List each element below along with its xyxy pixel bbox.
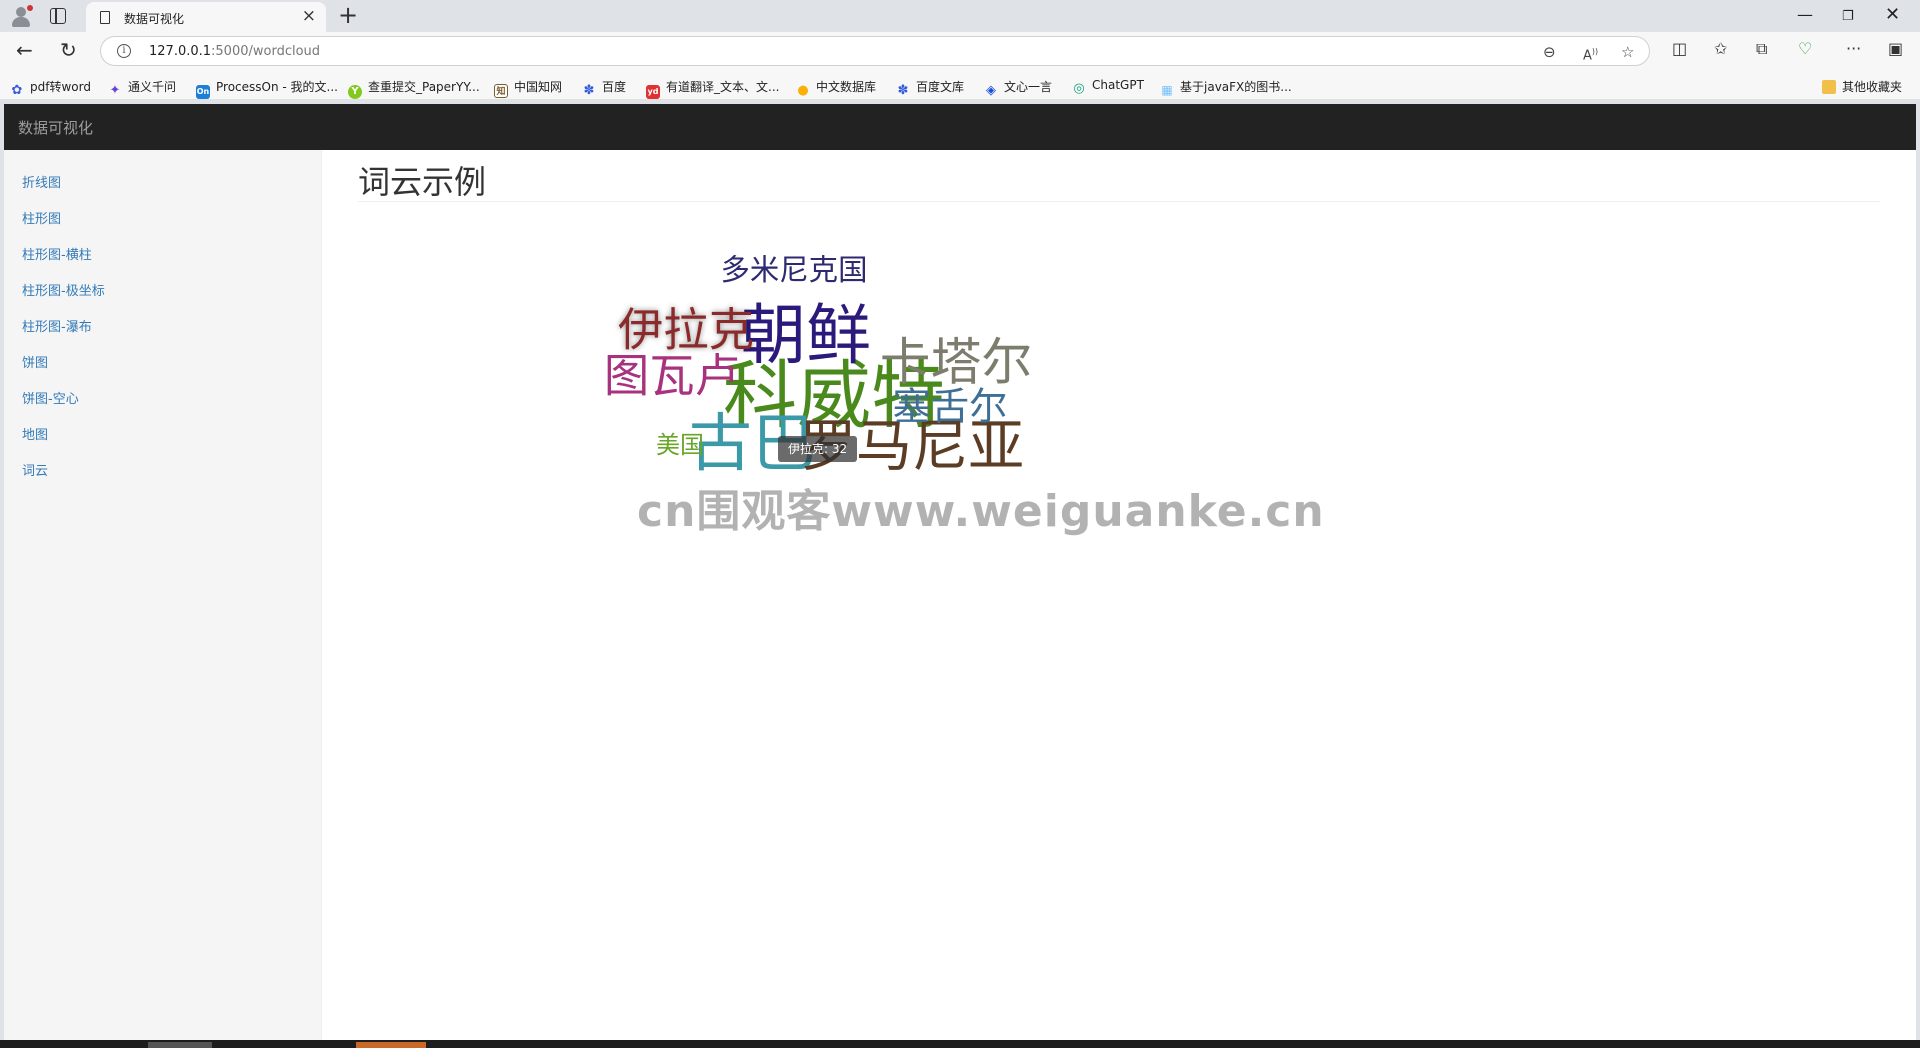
page-icon [100,11,110,24]
bookmark-label: 百度 [602,80,627,94]
bookmark-item[interactable]: ◈ 文心一言 [984,78,1052,98]
collections-icon[interactable]: ⧉ [1756,40,1767,58]
folder-icon [1822,80,1836,94]
bookmark-item[interactable]: ▦ 基于javaFX的图书... [1160,78,1292,97]
new-tab-icon[interactable]: + [338,2,358,28]
window-close-icon[interactable]: ✕ [1885,4,1900,26]
favorites-icon[interactable]: ✩ [1714,40,1727,58]
bookmark-label: pdf转word [30,80,91,94]
bookmarks-bar: ✿ pdf转word ✦ 通义千问 On ProcessOn - 我的文... Y 查重… [0,70,1920,100]
bookmark-icon: yd [646,85,660,99]
minimize-icon[interactable]: — [1797,4,1813,26]
browser-toolbar: ← ↻ i 127.0.0.1:5000/wordcloud ⊖ A)) ☆ ◫… [0,32,1920,70]
sidebar: 折线图 柱形图 柱形图-横柱 柱形图-极坐标 柱形图-瀑布 饼图 饼图-空心 地… [4,150,322,1040]
sidebar-item-polar-bar[interactable]: 柱形图-极坐标 [22,280,105,299]
bookmark-icon: ✿ [11,83,23,98]
more-menu-icon[interactable]: ··· [1846,40,1861,58]
reload-icon[interactable]: ↻ [60,38,77,62]
sidebar-item-map[interactable]: 地图 [22,424,48,443]
bookmark-label: 基于javaFX的图书... [1180,80,1292,94]
bookmark-item[interactable]: ◎ ChatGPT [1072,78,1144,96]
sidebar-item-donut[interactable]: 饼图-空心 [22,388,79,407]
bookmark-item[interactable]: ✽ 百度 [582,78,626,98]
profile-icon[interactable] [10,5,33,27]
bookmark-icon: ✦ [109,83,121,98]
other-bookmarks-label: 其他收藏夹 [1842,80,1903,94]
url-text[interactable]: 127.0.0.1:5000/wordcloud [149,44,320,59]
bookmark-item[interactable]: ✿ pdf转word [10,78,91,98]
bookmark-label: 查重提交_PaperYY... [368,80,480,94]
wordcloud-chart: 科威特朝鲜古巴罗马尼亚卡塔尔伊拉克图瓦卢塞舌尔多米尼克国美国 [604,253,1032,480]
bookmark-label: 百度文库 [916,80,965,94]
bookmark-item[interactable]: ✦ 通义千问 [108,78,176,98]
restore-icon[interactable]: ❐ [1842,6,1854,28]
bookmark-label: ProcessOn - 我的文... [216,80,338,94]
bookmark-label: 通义千问 [128,80,177,94]
bookmark-label: ChatGPT [1092,78,1144,92]
address-bar[interactable]: i 127.0.0.1:5000/wordcloud ⊖ A)) ☆ [100,36,1650,66]
url-host: 127.0.0.1 [149,44,212,59]
browser-essentials-icon[interactable]: ♡ [1798,40,1812,58]
bookmark-item[interactable]: On ProcessOn - 我的文... [196,78,338,99]
url-path: :5000/wordcloud [211,44,321,59]
back-icon[interactable]: ← [16,38,33,62]
bookmark-label: 文心一言 [1004,80,1053,94]
watermark: cn围观客www.weiguanke.cn [637,486,1325,537]
zoom-icon[interactable]: ⊖ [1543,44,1556,60]
other-bookmarks[interactable]: 其他收藏夹 [1822,78,1902,95]
sidebar-item-waterfall[interactable]: 柱形图-瀑布 [22,316,92,335]
bookmark-item[interactable]: Y 查重提交_PaperYY... [348,78,480,99]
bookmark-icon: ● [797,83,809,98]
browser-tab-active[interactable]: 数据可视化 × [86,2,326,32]
favorite-star-icon[interactable]: ☆ [1621,44,1634,60]
bookmark-icon: ◎ [1073,81,1085,96]
top-navbar: 数据可视化 [4,104,1916,150]
bookmark-label: 中国知网 [514,80,563,94]
sidebar-item-wordcloud[interactable]: 词云 [22,460,48,479]
navbar-brand[interactable]: 数据可视化 [18,117,93,138]
tab-close-icon[interactable]: × [302,7,316,25]
wordcloud-word[interactable]: 塞舌尔 [893,385,1008,430]
bookmark-item[interactable]: yd 有道翻译_文本、文... [646,78,779,99]
wordcloud-word[interactable]: 美国 [656,431,704,459]
sidebar-item-pie[interactable]: 饼图 [22,352,48,371]
wordcloud-word[interactable]: 多米尼克国 [721,253,868,287]
read-aloud-icon[interactable]: A)) [1583,44,1598,64]
taskbar-app[interactable] [148,1042,212,1048]
bookmark-icon: ✽ [897,83,909,98]
tab-title: 数据可视化 [124,12,185,26]
bookmark-icon: ◈ [986,83,996,98]
bookmark-icon: On [196,85,210,99]
main-content: 词云示例 科威特 朝鲜 古巴 罗马尼亚 卡塔尔 伊拉克 图瓦卢 塞舌尔 多米尼克国 美国 伊拉克:… [322,150,1916,1040]
bookmark-item[interactable]: ✽ 百度文库 [896,78,964,98]
bookmark-label: 中文数据库 [816,80,877,94]
taskbar-app[interactable] [356,1042,426,1048]
wordcloud-word[interactable]: 卡塔尔 [880,333,1032,392]
tab-actions-icon[interactable] [50,8,66,24]
wordcloud-word[interactable]: 朝鲜 [741,299,871,374]
bookmark-icon: 知 [494,84,508,98]
browser-tab-strip: 数据可视化 × + — ❐ ✕ [0,0,1920,32]
site-info-icon[interactable]: i [117,44,131,58]
sidebar-toggle-icon[interactable]: ▣ [1888,40,1903,58]
os-taskbar [0,1040,1920,1048]
bookmark-icon: ✽ [583,83,595,98]
bookmark-icon: Y [348,85,362,99]
split-screen-icon[interactable]: ◫ [1672,40,1687,58]
bookmark-label: 有道翻译_文本、文... [666,80,780,94]
sidebar-item-bar-chart[interactable]: 柱形图 [22,208,61,227]
sidebar-item-line-chart[interactable]: 折线图 [22,172,61,191]
bookmark-item[interactable]: ● 中文数据库 [796,78,876,98]
bookmark-item[interactable]: 知中国知网 [494,78,562,98]
bookmark-icon: ▦ [1161,83,1173,97]
web-page: 数据可视化 折线图 柱形图 柱形图-横柱 柱形图-极坐标 柱形图-瀑布 饼图 饼… [4,104,1916,1040]
wordcloud-word[interactable]: 图瓦卢 [604,350,740,403]
chart-tooltip: 伊拉克: 32 [778,436,858,462]
sidebar-item-horizontal-bar[interactable]: 柱形图-横柱 [22,244,92,263]
